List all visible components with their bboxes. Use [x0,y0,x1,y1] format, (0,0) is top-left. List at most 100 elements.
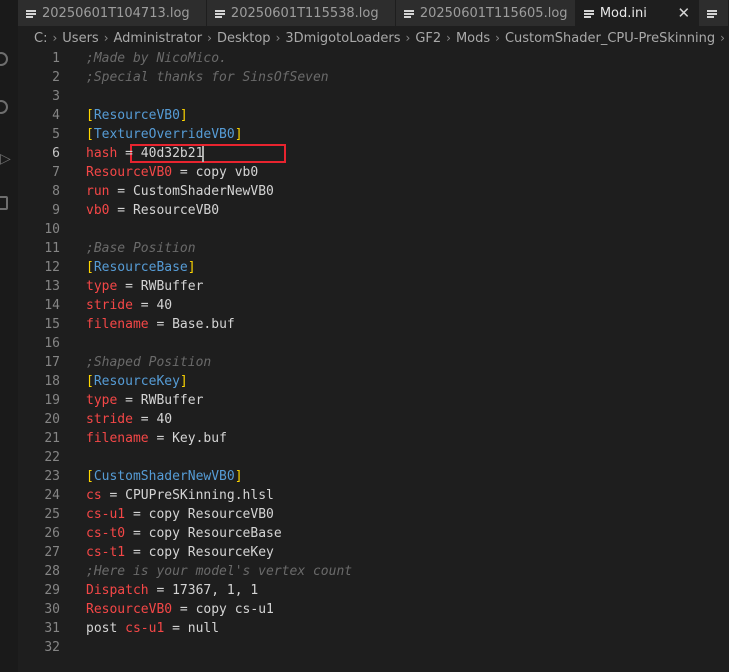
code-line[interactable]: 17 ;Shaped Position [18,353,729,372]
breadcrumb-item[interactable]: CustomShader_CPU-PreSkinning [505,31,715,46]
line-code: [CustomShaderNewVB0] [86,467,243,486]
code-line[interactable]: 20 stride = 40 [18,410,729,429]
code-line[interactable]: 8 run = CustomShaderNewVB0 [18,182,729,201]
code-token: = [172,602,196,617]
code-token: [ [86,374,94,389]
breadcrumb-item[interactable]: GF2 [415,31,441,46]
chevron-right-icon: › [495,31,500,45]
code-line[interactable]: 32 [18,638,729,657]
code-line[interactable]: 5 [TextureOverrideVB0] [18,125,729,144]
source-control-icon[interactable] [0,100,8,114]
code-line[interactable]: 31 post cs-u1 = null [18,619,729,638]
code-line[interactable]: 11 ;Base Position [18,239,729,258]
line-code: Dispatch = 17367, 1, 1 [86,581,258,600]
line-code: [ResourceKey] [86,372,188,391]
line-number: 7 [52,165,60,180]
code-token: = [117,146,141,161]
code-token: ] [179,108,188,123]
chevron-right-icon: › [52,31,58,45]
tab-log-1[interactable]: 20250601T104713.log [18,0,207,26]
breadcrumb-item[interactable]: 3DmigotoLoaders [285,31,400,46]
code-token: = [172,165,196,180]
file-lines-icon [707,9,718,18]
code-token: = [164,621,188,636]
code-line[interactable]: 24 cs = CPUPreSKinning.hlsl [18,486,729,505]
code-line[interactable]: 12 [ResourceBase] [18,258,729,277]
line-code: filename = Key.buf [86,429,227,448]
breadcrumb-item[interactable]: Mods [456,31,490,46]
line-number: 17 [44,355,60,370]
code-token: stride [86,298,133,313]
line-number: 16 [44,336,60,351]
code-line[interactable]: 4 [ResourceVB0] [18,106,729,125]
code-line[interactable]: 15 filename = Base.buf [18,315,729,334]
line-number: 20 [44,412,60,427]
line-code: [ResourceBase] [86,258,196,277]
extensions-icon[interactable] [0,196,8,210]
code-line[interactable]: 18 [ResourceKey] [18,372,729,391]
code-token: null [187,621,220,636]
line-number: 5 [52,127,60,142]
line-number: 24 [44,488,60,503]
line-code: type = RWBuffer [86,277,203,296]
code-token: ] [179,374,188,389]
chevron-right-icon: › [405,31,411,45]
breadcrumb-item[interactable]: Desktop [217,31,271,46]
code-editor[interactable]: 1 ;Made by NicoMico. 2 ;Special thanks for … [18,49,729,672]
code-line[interactable]: 3 [18,87,729,106]
tab-log-2[interactable]: 20250601T115538.log [206,0,396,26]
code-line[interactable]: 10 [18,220,729,239]
run-debug-icon[interactable]: ▷ [0,152,11,166]
tab-mod-ini[interactable]: Mod.ini ✕ [575,0,700,26]
line-number: 9 [52,203,60,218]
breadcrumb-item[interactable]: Administrator [114,31,203,46]
code-token: = [132,412,157,427]
line-code: cs-t0 = copy ResourceBase [86,524,282,543]
line-number: 31 [44,621,60,636]
code-token: ] [234,469,243,484]
line-code: type = RWBuffer [86,391,203,410]
tab-log-3[interactable]: 20250601T115605.log [395,0,576,26]
code-line[interactable]: 2 ;Special thanks for SinsOfSeven [18,68,729,87]
code-token: hash [86,146,118,161]
code-line[interactable]: 21 filename = Key.buf [18,429,729,448]
close-icon[interactable]: ✕ [678,5,691,21]
code-line[interactable]: 1 ;Made by NicoMico. [18,49,729,68]
code-token: = [109,184,133,199]
line-number: 10 [44,222,60,237]
breadcrumb-item[interactable]: C: [34,31,47,46]
code-line[interactable]: 29 Dispatch = 17367, 1, 1 [18,581,729,600]
code-line[interactable]: 13 type = RWBuffer [18,277,729,296]
code-line[interactable]: 30 ResourceVB0 = copy cs-u1 [18,600,729,619]
code-line[interactable]: 27 cs-t1 = copy ResourceKey [18,543,729,562]
code-token: copy ResourceVB0 [148,507,274,522]
breadcrumb-item[interactable]: Users [62,31,98,46]
line-number: 30 [44,602,60,617]
code-token: [ [86,127,94,142]
code-line[interactable]: 25 cs-u1 = copy ResourceVB0 [18,505,729,524]
code-token: = [125,526,149,541]
code-line[interactable]: 26 cs-t0 = copy ResourceBase [18,524,729,543]
code-token: ] [187,260,196,275]
code-token: [ [86,469,94,484]
line-code: ;Base Position [86,239,196,258]
code-line[interactable]: 23 [CustomShaderNewVB0] [18,467,729,486]
code-line[interactable]: 14 stride = 40 [18,296,729,315]
code-line[interactable]: 6 hash = 40d32b21 [18,144,729,163]
chevron-right-icon: › [446,31,451,45]
line-code: ;Here is your model's vertex count [86,562,352,581]
line-number: 19 [44,393,60,408]
code-line[interactable]: 7 ResourceVB0 = copy vb0 [18,163,729,182]
line-number: 3 [52,89,60,104]
code-token: ResourceVB0 [86,165,173,180]
search-icon[interactable] [0,52,8,66]
code-token: cs [86,488,102,503]
tab-overflow[interactable] [699,0,729,26]
code-line[interactable]: 22 [18,448,729,467]
code-line[interactable]: 19 type = RWBuffer [18,391,729,410]
line-code: ResourceVB0 = copy cs-u1 [86,600,274,619]
file-lines-icon [214,9,225,18]
code-line[interactable]: 28 ;Here is your model's vertex count [18,562,729,581]
code-line[interactable]: 16 [18,334,729,353]
code-line[interactable]: 9 vb0 = ResourceVB0 [18,201,729,220]
